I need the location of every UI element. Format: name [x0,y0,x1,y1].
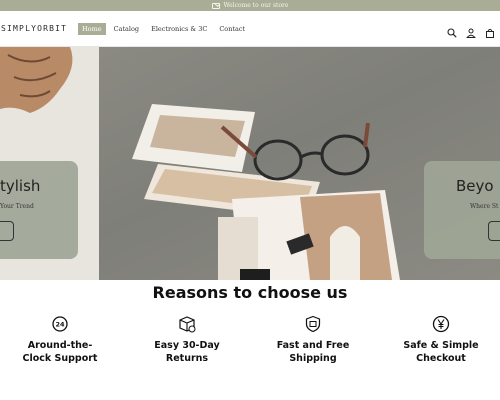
main-nav: Home Catalog Electronics & 3C Contact [78,23,253,35]
feature-shipping-line1: Fast and Free [276,340,350,351]
feature-support-line1: Around-the- [27,340,93,351]
hero-card-left-button[interactable] [0,221,14,241]
feature-support-line2: Clock Support [22,353,98,364]
hero-card-left-subtext: Your Trend [0,203,34,210]
site-header: SIMPLYORBIT Home Catalog Electronics & 3… [0,11,500,47]
header-icons [447,23,495,38]
site-logo[interactable]: SIMPLYORBIT [1,24,67,33]
hero-card-left: tylish Your Trend [0,161,78,259]
feature-checkout: Safe & Simple Checkout [386,315,496,365]
support-24-icon: 24 [51,315,69,333]
feature-shipping: Fast and Free Shipping [258,315,368,365]
feature-returns-line2: Returns [165,353,209,364]
feature-shipping-line2: Shipping [289,353,337,364]
announcement-text: Welcome to our store [223,2,289,9]
return-box-icon [178,315,196,333]
hero-card-right: Beyo Where St [424,161,500,259]
mail-icon [211,2,220,9]
nav-electronics[interactable]: Electronics & 3C [147,23,211,35]
feature-returns-line1: Easy 30-Day [154,340,220,351]
feature-returns: Easy 30-Day Returns [132,315,242,365]
nav-catalog[interactable]: Catalog [110,23,144,35]
nav-home[interactable]: Home [78,23,106,35]
account-icon[interactable] [466,23,476,38]
feature-checkout-line2: Checkout [416,353,466,364]
hero-slideshow: tylish Your Trend Beyo Where St [0,47,500,280]
hero-card-right-subtext: Where St [470,203,499,210]
feature-support: 24 Around-the- Clock Support [5,315,115,365]
cart-icon[interactable] [485,23,495,38]
hero-card-left-heading: tylish [0,177,41,195]
feature-checkout-line1: Safe & Simple [403,340,479,351]
nav-contact[interactable]: Contact [215,23,249,35]
shipping-shield-icon [304,315,322,333]
search-icon[interactable] [447,23,457,38]
announcement-bar: Welcome to our store [0,0,500,11]
hero-card-right-button[interactable] [488,221,500,241]
svg-text:24: 24 [55,321,65,329]
reasons-title: Reasons to choose us [152,283,348,302]
yen-coin-icon [432,315,450,333]
hero-card-right-heading: Beyo [456,177,494,195]
